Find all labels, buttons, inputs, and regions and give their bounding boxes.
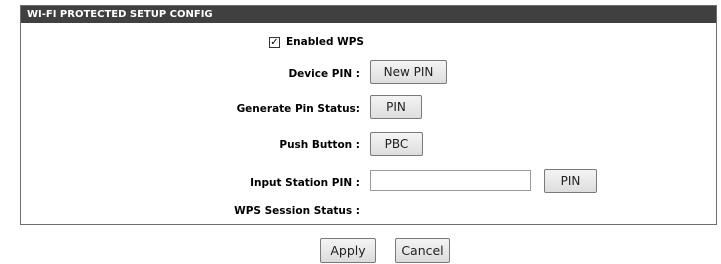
generate-pin-button[interactable]: PIN (370, 95, 422, 119)
new-pin-button[interactable]: New PIN (370, 60, 447, 84)
panel-title: WI-FI PROTECTED SETUP CONFIG (21, 6, 716, 23)
station-pin-input[interactable] (370, 170, 531, 191)
push-button-label: Push Button : (279, 139, 360, 151)
wps-session-status-label: WPS Session Status : (234, 205, 360, 217)
generate-pin-status-label: Generate Pin Status: (236, 103, 360, 115)
enabled-wps-label: Enabled WPS (286, 36, 364, 48)
station-pin-button[interactable]: PIN (544, 169, 597, 193)
input-station-pin-label: Input Station PIN : (250, 177, 360, 189)
wps-config-panel: WI-FI PROTECTED SETUP CONFIG ✓ Enabled W… (20, 5, 717, 225)
pbc-button[interactable]: PBC (370, 132, 423, 156)
device-pin-label: Device PIN : (288, 68, 360, 80)
enabled-wps-row: ✓ Enabled WPS (269, 36, 364, 48)
cancel-button[interactable]: Cancel (395, 238, 450, 263)
apply-button[interactable]: Apply (320, 238, 376, 263)
enabled-wps-checkbox[interactable]: ✓ (269, 36, 280, 48)
